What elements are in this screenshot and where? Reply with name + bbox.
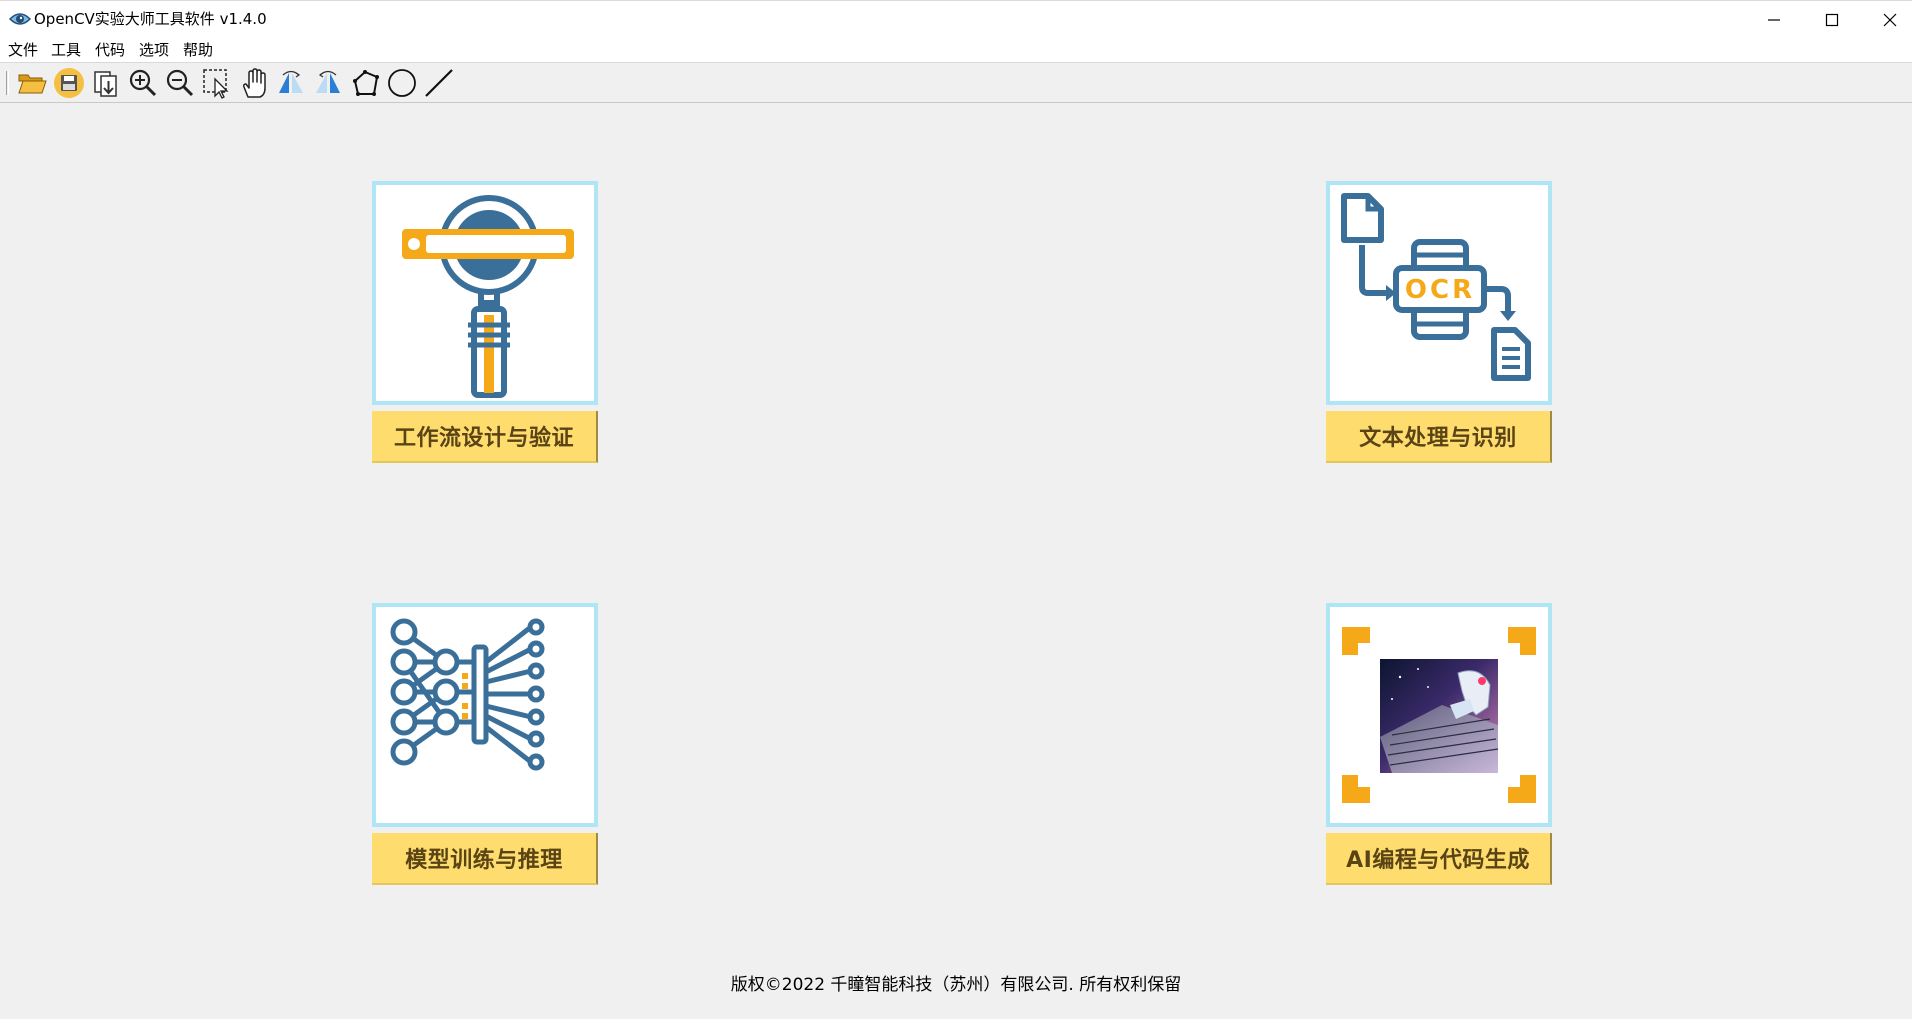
card-model-image[interactable] bbox=[372, 603, 598, 827]
copyright-footer: 版权©2022 千瞳智能科技（苏州）有限公司. 所有权利保留 bbox=[730, 975, 1182, 995]
pan-button[interactable] bbox=[237, 66, 271, 100]
open-folder-icon bbox=[18, 74, 47, 94]
save-button[interactable] bbox=[52, 66, 86, 100]
save-icon bbox=[54, 68, 84, 98]
circle-button[interactable] bbox=[385, 66, 419, 100]
card-ai-code-label[interactable]: AI编程与代码生成 bbox=[1326, 833, 1552, 885]
polygon-button[interactable] bbox=[348, 66, 382, 100]
minimize-button[interactable] bbox=[1745, 1, 1803, 38]
menu-options[interactable]: 选项 bbox=[138, 41, 170, 59]
card-ocr-label[interactable]: 文本处理与识别 bbox=[1326, 411, 1552, 463]
pan-hand-icon bbox=[243, 68, 266, 98]
flip-left-icon bbox=[279, 70, 303, 93]
card-ocr-image[interactable]: OCR bbox=[1326, 181, 1552, 405]
magnifier-workflow-icon bbox=[402, 195, 574, 398]
card-model-label[interactable]: 模型训练与推理 bbox=[372, 833, 598, 885]
zoom-in-icon bbox=[129, 69, 157, 97]
neural-network-icon bbox=[390, 618, 545, 771]
flip-right-icon bbox=[316, 70, 340, 93]
ocr-document-icon: OCR bbox=[1341, 193, 1531, 381]
zoom-out-icon bbox=[166, 69, 194, 97]
close-button[interactable] bbox=[1861, 1, 1912, 38]
flip-right-button[interactable] bbox=[311, 66, 345, 100]
card-workflow-label[interactable]: 工作流设计与验证 bbox=[372, 411, 598, 463]
menu-help[interactable]: 帮助 bbox=[182, 41, 214, 59]
toolbar-grip[interactable] bbox=[6, 71, 9, 95]
app-eye-icon bbox=[9, 13, 31, 25]
window-title: OpenCV实验大师工具软件 v1.4.0 bbox=[34, 10, 267, 28]
menu-bar: 文件 工具 代码 选项 帮助 bbox=[0, 37, 1912, 63]
ai-robot-keyboard-image bbox=[1342, 627, 1536, 803]
menu-tools[interactable]: 工具 bbox=[50, 41, 82, 59]
zoom-out-button[interactable] bbox=[163, 66, 197, 100]
card-workflow-image[interactable] bbox=[372, 181, 598, 405]
select-icon bbox=[203, 69, 229, 99]
circle-icon bbox=[388, 69, 416, 97]
select-button[interactable] bbox=[200, 66, 234, 100]
line-button[interactable] bbox=[422, 66, 456, 100]
menu-code[interactable]: 代码 bbox=[94, 41, 126, 59]
polygon-icon bbox=[353, 70, 379, 96]
title-bar: OpenCV实验大师工具软件 v1.4.0 bbox=[0, 0, 1912, 37]
open-button[interactable] bbox=[15, 66, 49, 100]
zoom-in-button[interactable] bbox=[126, 66, 160, 100]
card-ai-code-image[interactable] bbox=[1326, 603, 1552, 827]
minimize-icon bbox=[1768, 18, 1780, 21]
maximize-icon bbox=[1825, 13, 1839, 26]
ocr-text: OCR bbox=[1405, 275, 1475, 305]
line-icon bbox=[425, 69, 453, 97]
maximize-button[interactable] bbox=[1803, 1, 1861, 38]
toolbar bbox=[0, 63, 1912, 103]
close-icon bbox=[1883, 13, 1897, 26]
export-button[interactable] bbox=[89, 66, 123, 100]
flip-left-button[interactable] bbox=[274, 66, 308, 100]
export-icon bbox=[94, 71, 117, 97]
menu-file[interactable]: 文件 bbox=[7, 41, 39, 59]
